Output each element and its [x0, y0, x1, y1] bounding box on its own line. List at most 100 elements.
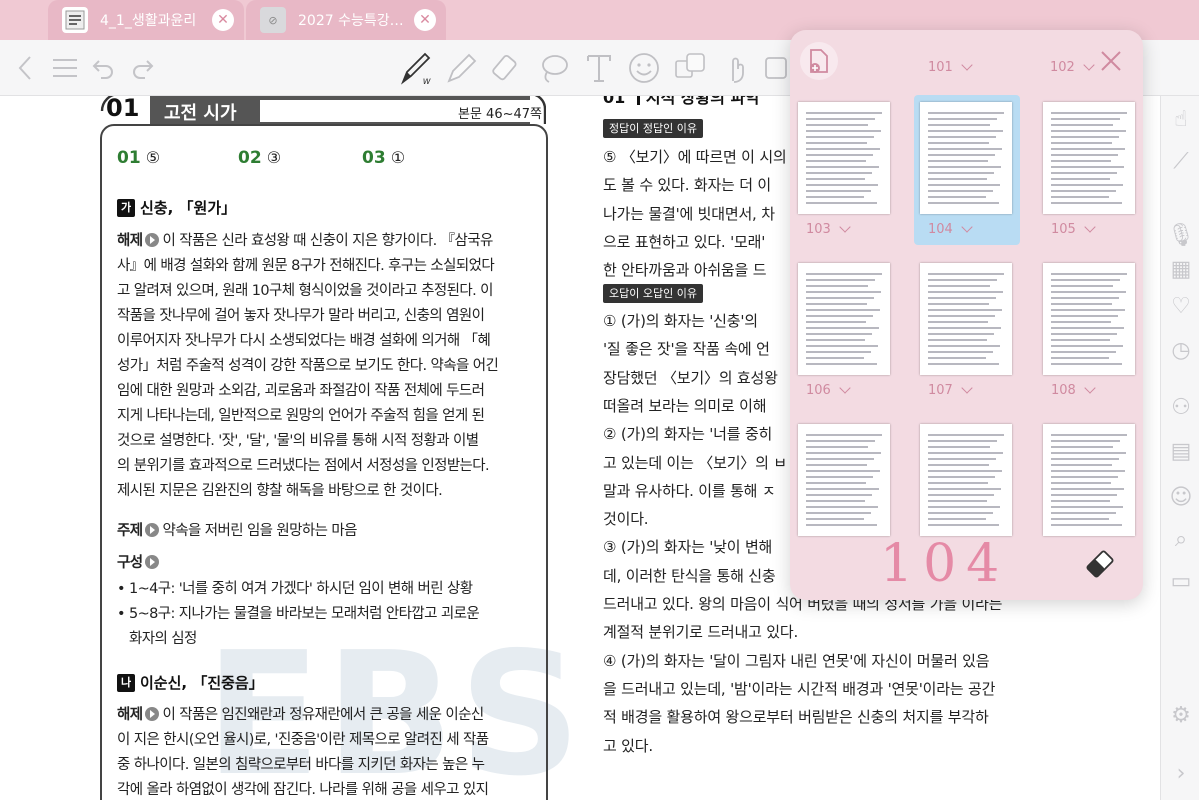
page-thumbnail[interactable] — [1043, 424, 1135, 536]
page-thumbnail[interactable] — [920, 102, 1012, 214]
hand-icon[interactable] — [718, 48, 754, 88]
tab-1-close-icon[interactable]: ✕ — [212, 9, 234, 31]
thumbnail-text-line — [1051, 524, 1122, 526]
robot-icon[interactable]: ☺ — [1168, 484, 1194, 510]
thumbnail-text-line — [1051, 470, 1125, 472]
thumbnail-text-line — [806, 464, 867, 466]
menu-icon[interactable] — [50, 48, 80, 88]
thumbnail-text-line — [806, 172, 872, 174]
thumbnail-text-line — [806, 166, 879, 168]
tab-2[interactable]: ⊘ 2027 수능특강… ✕ — [246, 0, 446, 40]
bookmark-heart-icon[interactable]: ♡ — [1168, 293, 1194, 319]
tab-2-close-icon[interactable]: ✕ — [414, 9, 436, 31]
thumbnail-text-line — [806, 351, 871, 353]
thumbnail-text-line — [806, 440, 875, 442]
close-button[interactable] — [1096, 46, 1126, 76]
back-icon[interactable] — [12, 48, 38, 88]
page-label[interactable]: 107 — [928, 382, 973, 398]
thumbnail-text-line — [928, 160, 988, 162]
page-label[interactable]: 103 — [806, 221, 851, 237]
microphone-icon[interactable]: 🎙 — [1167, 222, 1195, 248]
undo-icon[interactable] — [90, 48, 116, 88]
thumbnail-text-line — [806, 500, 865, 502]
thumbnail-text-line — [806, 112, 882, 114]
thumbnail-text-line — [1051, 315, 1118, 317]
page-label[interactable]: 108 — [1051, 382, 1096, 398]
add-page-button[interactable] — [800, 42, 838, 80]
thumbnail-text-line — [928, 196, 986, 198]
page-thumbnail[interactable] — [798, 263, 890, 375]
ruler-icon[interactable]: ⟋ — [1168, 148, 1194, 174]
tab-1[interactable]: 4_1_생활과윤리 ✕ — [48, 0, 244, 40]
thumbnail-text-line — [928, 178, 987, 180]
chevron-right-icon[interactable]: › — [1168, 760, 1194, 786]
thumbnail-text-line — [928, 136, 996, 138]
page-thumbnail[interactable] — [920, 263, 1012, 375]
search-icon[interactable]: ⌕ — [1168, 526, 1194, 552]
thumbnail-text-line — [928, 518, 986, 520]
right-sidebar: ☝ ⟋ 🎙 ▦ ♡ ◷ ⚇ ▤ ☺ ⌕ ▭ ⚙ › — [1160, 96, 1199, 800]
eraser-button[interactable] — [1082, 546, 1118, 582]
translate-icon[interactable] — [672, 48, 708, 88]
presentation-icon[interactable]: ▭ — [1168, 568, 1194, 594]
arrow-icon — [145, 523, 160, 537]
page-label[interactable]: 105 — [1051, 221, 1096, 237]
eraser-icon[interactable] — [490, 48, 526, 88]
text-icon[interactable] — [583, 48, 615, 88]
redo-icon[interactable] — [130, 48, 156, 88]
thumbnail-text-line — [806, 154, 873, 156]
page-thumbnail[interactable] — [920, 424, 1012, 536]
text-line: 제시된 지문은 김완진의 향찰 해독을 바탕으로 한 것이다. — [117, 483, 443, 499]
thumbnail-text-line — [1051, 345, 1123, 347]
thumbnail-text-line — [1051, 273, 1127, 275]
handwritten-page-number: 104 — [880, 534, 1010, 594]
thumbnail-text-line — [806, 434, 882, 436]
page-thumbnail[interactable] — [798, 102, 890, 214]
juje-line: 주제 약속을 저버린 임을 원망하는 마음 — [117, 523, 357, 539]
sticker-icon[interactable] — [626, 48, 662, 88]
page-label-102[interactable]: 102 — [1050, 59, 1095, 75]
thumbnail-text-line — [1051, 321, 1111, 323]
arrow-icon — [145, 555, 160, 569]
thumbnail-text-line — [1051, 142, 1112, 144]
thumbnail-text-line — [806, 130, 881, 132]
page-thumbnail[interactable] — [798, 424, 890, 536]
timer-icon[interactable]: ◷ — [1168, 337, 1194, 363]
pen-icon[interactable]: w — [398, 48, 434, 88]
share-icon[interactable]: ⚇ — [1168, 394, 1194, 420]
thumbnail-text-line — [928, 339, 987, 341]
settings-icon[interactable]: ⚙ — [1168, 702, 1194, 728]
thumbnail-text-line — [928, 166, 1001, 168]
image-icon[interactable] — [762, 48, 790, 88]
thumbnail-text-line — [1051, 291, 1126, 293]
page-thumbnail[interactable] — [1043, 263, 1135, 375]
calculator-icon[interactable]: ▦ — [1168, 256, 1194, 282]
document-icon[interactable]: ▤ — [1168, 438, 1194, 464]
thumbnail-text-line — [1051, 154, 1118, 156]
list-item: 화자의 심정 — [117, 631, 197, 647]
hand-icon[interactable]: ☝ — [1168, 106, 1194, 132]
thumbnail-text-line — [1051, 494, 1117, 496]
document-thumbnail-icon — [62, 7, 88, 33]
thumbnail-text-line — [806, 297, 874, 299]
page-label-101[interactable]: 101 — [928, 59, 973, 75]
thumbnail-text-line — [1051, 285, 1113, 287]
eraser-icon — [1086, 550, 1114, 578]
thumbnail-text-line — [928, 285, 990, 287]
page-thumbnail[interactable] — [1043, 102, 1135, 214]
thumbnail-text-line — [928, 321, 988, 323]
lasso-icon[interactable] — [536, 48, 572, 88]
highlighter-icon[interactable] — [443, 48, 479, 88]
list-item: • 1~4구: '너를 중히 여겨 가겠다' 하시던 임이 변해 버린 상황 — [117, 581, 473, 597]
thumbnail-text-line — [1051, 446, 1113, 448]
thumbnail-text-line — [928, 190, 993, 192]
page-label[interactable]: 106 — [806, 382, 851, 398]
thumbnail-text-line — [928, 482, 988, 484]
thumbnail-text-line — [928, 327, 1001, 329]
link-icon: ⊘ — [260, 7, 286, 33]
tag-wrong: 오답이 오답인 이유 — [603, 284, 703, 303]
page-label[interactable]: 104 — [928, 221, 973, 237]
thumbnail-text-line — [928, 500, 987, 502]
thumbnail-text-line — [806, 357, 864, 359]
thumbnail-text-line — [806, 315, 873, 317]
